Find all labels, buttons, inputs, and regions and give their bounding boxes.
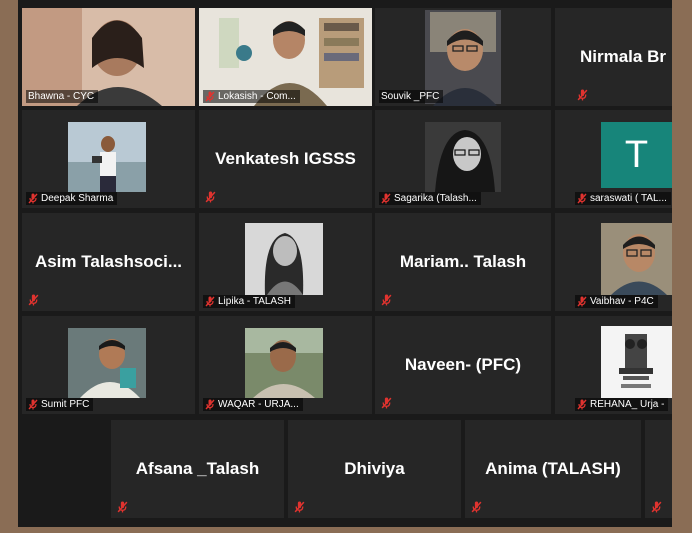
participant-name: WAQAR - URJA... xyxy=(218,399,299,410)
participant-name: Lipika - TALASH xyxy=(218,296,291,307)
video-lipika xyxy=(245,223,323,295)
microphone-muted-icon xyxy=(28,193,38,204)
participant-tile-anima[interactable]: Anima (TALASH) xyxy=(465,420,641,518)
participant-tile-naveen[interactable]: Naveen- (PFC) xyxy=(375,316,551,414)
video-gallery: Bhawna - CYC Lokasish - Com... Souvik _P… xyxy=(18,0,672,527)
participant-name: Lokasish - Com... xyxy=(218,91,296,102)
video-sumit xyxy=(68,328,146,398)
participant-name: Bhawna - CYC xyxy=(28,91,95,102)
participant-tile-lipika[interactable]: Lipika - TALASH xyxy=(199,213,372,311)
video-waqar xyxy=(245,328,323,398)
participant-tile-bhawna[interactable]: Bhawna - CYC xyxy=(22,8,195,106)
participant-name: Sagarika (Talash... xyxy=(394,193,477,204)
name-label: REHANA_ Urja - xyxy=(575,398,669,411)
name-label: Sumit PFC xyxy=(26,398,94,411)
participant-name: saraswati ( TAL... xyxy=(590,193,667,204)
video-sagarika xyxy=(425,122,501,192)
participant-name: Nirmala Br xyxy=(580,47,666,66)
name-label: Souvik _PFC xyxy=(379,90,444,103)
microphone-muted-icon xyxy=(205,296,215,307)
emblem-image xyxy=(601,326,672,398)
name-label: WAQAR - URJA... xyxy=(203,398,303,411)
participant-tile-sagarika[interactable]: Sagarika (Talash... xyxy=(375,110,551,208)
participant-name: Souvik _PFC xyxy=(381,91,440,102)
microphone-muted-icon xyxy=(117,501,128,513)
participant-name: Afsana _Talash xyxy=(135,459,260,478)
participant-tile-rehana[interactable]: REHANA_ Urja - xyxy=(555,316,672,414)
microphone-muted-icon xyxy=(28,399,38,410)
participant-tile-souvik[interactable]: Souvik _PFC xyxy=(375,8,551,106)
participant-tile-partial[interactable] xyxy=(645,420,672,518)
microphone-muted-icon xyxy=(577,193,587,204)
participant-tile-vaibhav[interactable]: Vaibhav - P4C xyxy=(555,213,672,311)
microphone-muted-icon xyxy=(381,193,391,204)
participant-tile-sumit[interactable]: Sumit PFC xyxy=(22,316,195,414)
name-label: Deepak Sharma xyxy=(26,192,118,205)
participant-tile-asim[interactable]: Asim Talashsoci... xyxy=(22,213,195,311)
participant-name: Sumit PFC xyxy=(41,399,90,410)
participant-name: REHANA_ Urja - xyxy=(590,399,665,410)
participant-tile-waqar[interactable]: WAQAR - URJA... xyxy=(199,316,372,414)
participant-tile-lokasish[interactable]: Lokasish - Com... xyxy=(199,8,372,106)
participant-name: Vaibhav - P4C xyxy=(590,296,654,307)
microphone-muted-icon xyxy=(381,397,392,409)
microphone-muted-icon xyxy=(205,191,216,203)
video-vaibhav xyxy=(601,223,672,295)
video-rehana xyxy=(601,326,672,398)
participant-name: Venkatesh IGSSS xyxy=(215,149,356,168)
participant-name: Naveen- (PFC) xyxy=(404,355,522,374)
participant-name: Dhiviya xyxy=(344,459,405,478)
participant-name: Anima (TALASH) xyxy=(485,459,621,478)
microphone-muted-icon xyxy=(205,399,215,410)
microphone-muted-icon xyxy=(577,296,587,307)
name-label: saraswati ( TAL... xyxy=(575,192,671,205)
microphone-muted-icon xyxy=(205,91,215,102)
video-deepak xyxy=(68,122,146,192)
name-label: Lokasish - Com... xyxy=(203,90,300,103)
participant-tile-afsana[interactable]: Afsana _Talash xyxy=(111,420,284,518)
name-label: Lipika - TALASH xyxy=(203,295,295,308)
name-label: Sagarika (Talash... xyxy=(379,192,481,205)
microphone-muted-icon xyxy=(651,501,662,513)
microphone-muted-icon xyxy=(381,294,392,306)
microphone-muted-icon xyxy=(471,501,482,513)
participant-name: Mariam.. Talash xyxy=(399,252,527,271)
participant-tile-nirmala[interactable]: Nirmala Br xyxy=(555,8,672,106)
microphone-muted-icon xyxy=(577,399,587,410)
name-label: Bhawna - CYC xyxy=(26,90,99,103)
microphone-muted-icon xyxy=(28,294,39,306)
participant-tile-mariam[interactable]: Mariam.. Talash xyxy=(375,213,551,311)
participant-tile-deepak[interactable]: Deepak Sharma xyxy=(22,110,195,208)
participant-tile-dhiviya[interactable]: Dhiviya xyxy=(288,420,461,518)
participant-tile-venkatesh[interactable]: Venkatesh IGSSS xyxy=(199,110,372,208)
name-label: Vaibhav - P4C xyxy=(575,295,658,308)
participant-name: Deepak Sharma xyxy=(41,193,114,204)
participant-name: Asim Talashsoci... xyxy=(34,252,183,271)
microphone-muted-icon xyxy=(577,89,588,101)
microphone-muted-icon xyxy=(294,501,305,513)
avatar: T xyxy=(601,122,672,188)
participant-tile-saraswati[interactable]: T saraswati ( TAL... xyxy=(555,110,672,208)
